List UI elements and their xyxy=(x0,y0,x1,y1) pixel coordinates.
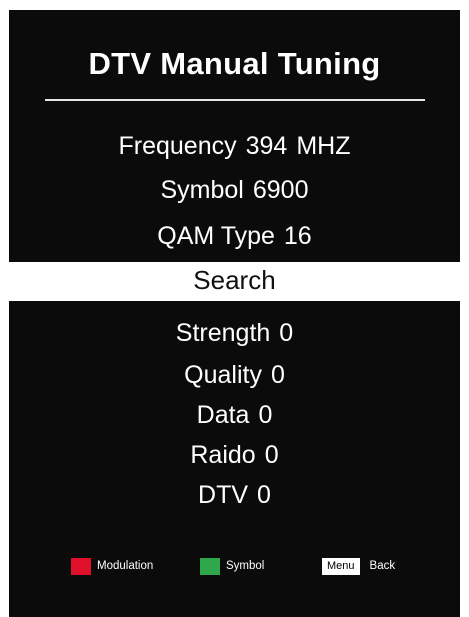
signal-stats-panel: Strength 0 Quality 0 Data 0 Raido 0 DTV 0 Mod… xyxy=(9,301,460,617)
strength-label: Strength xyxy=(175,319,271,347)
radio-row: Raido 0 xyxy=(9,441,460,470)
tv-osd-screen: DTV Manual Tuning Frequency 394 MHZ Symbol… xyxy=(0,0,469,617)
search-bar[interactable]: Search xyxy=(0,262,469,301)
symbol-value: 6900 xyxy=(252,176,309,204)
qam-type-label: QAM Type xyxy=(157,222,275,250)
green-key-icon xyxy=(200,557,220,575)
dtv-value: 0 xyxy=(257,481,271,509)
symbol-hint[interactable]: Symbol xyxy=(200,557,264,575)
search-label: Search xyxy=(193,265,276,295)
strength-value: 0 xyxy=(279,319,294,347)
modulation-hint-label: Modulation xyxy=(97,560,154,572)
strength-row: Strength 0 xyxy=(9,319,460,348)
symbol-label: Symbol xyxy=(160,176,244,204)
data-row: Data 0 xyxy=(9,401,460,430)
frequency-value: 394 xyxy=(245,132,288,160)
data-label: Data xyxy=(196,401,250,429)
symbol-row[interactable]: Symbol 6900 xyxy=(9,176,460,205)
red-key-icon xyxy=(71,557,91,575)
symbol-hint-label: Symbol xyxy=(226,560,265,572)
back-hint[interactable]: Menu Back xyxy=(322,557,395,575)
frequency-row[interactable]: Frequency 394 MHZ xyxy=(9,132,460,161)
radio-value: 0 xyxy=(264,441,279,469)
qam-type-value: 16 xyxy=(283,222,312,250)
modulation-hint[interactable]: Modulation xyxy=(71,557,153,575)
quality-row: Quality 0 xyxy=(9,361,460,390)
dtv-row: DTV 0 xyxy=(9,481,460,510)
menu-key-icon: Menu xyxy=(322,557,360,575)
data-value: 0 xyxy=(258,401,273,429)
quality-label: Quality xyxy=(184,361,262,389)
page-title: DTV Manual Tuning xyxy=(88,46,381,81)
dtv-label: DTV xyxy=(198,481,249,509)
qam-type-row[interactable]: QAM Type 16 xyxy=(9,222,460,251)
tuning-params-panel: DTV Manual Tuning Frequency 394 MHZ Symbol… xyxy=(9,10,460,262)
frequency-label: Frequency xyxy=(118,132,237,160)
quality-value: 0 xyxy=(270,361,285,389)
title-divider xyxy=(45,99,425,101)
frequency-unit: MHZ xyxy=(296,132,351,160)
radio-label: Raido xyxy=(190,441,256,469)
back-hint-label: Back xyxy=(369,560,396,572)
